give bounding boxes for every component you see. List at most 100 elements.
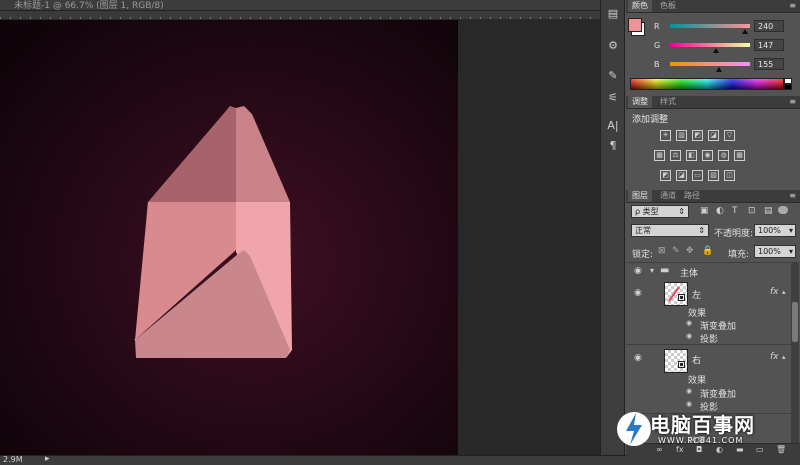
channel-r-knob[interactable]: [742, 29, 749, 34]
layer-row[interactable]: ◉ ▪ 右 fx ▴ 效果 ◉ 渐变叠加 ◉ 投影: [626, 345, 791, 414]
adjustments-panel-header: 调整 样式 ≡: [626, 96, 800, 109]
chevron-down-icon: ▾: [788, 226, 793, 235]
character-icon[interactable]: A|: [604, 118, 622, 134]
tab-swatches[interactable]: 色板: [656, 0, 680, 12]
opacity-field[interactable]: 100% ▾: [754, 224, 796, 237]
status-menu-arrow-icon[interactable]: ▸: [45, 454, 50, 464]
filter-adjustment-icon[interactable]: ◐: [716, 206, 724, 216]
visibility-eye-icon[interactable]: ◉: [686, 319, 692, 327]
layers-scrollbar-thumb[interactable]: [792, 302, 798, 342]
channel-r-value[interactable]: 240: [754, 20, 784, 32]
fill-label: 填充:: [728, 250, 750, 260]
fx-icon[interactable]: fx: [770, 352, 779, 362]
adjustments-title: 添加调整: [632, 115, 669, 125]
filter-toggle-icon[interactable]: [778, 206, 788, 214]
folder-icon: ▬: [660, 265, 670, 276]
spectrum-black-swatch[interactable]: [784, 84, 792, 90]
tab-paths[interactable]: 路径: [680, 190, 704, 202]
color-balance-icon[interactable]: ⚖: [670, 150, 681, 161]
watermark-url: WWW.PC841.COM: [658, 436, 744, 445]
lock-position-icon[interactable]: ✥: [686, 246, 694, 256]
tab-layers[interactable]: 图层: [628, 190, 652, 202]
lock-transparent-icon[interactable]: ⊠: [658, 246, 666, 256]
fill-field[interactable]: 100% ▾: [754, 245, 796, 258]
collapse-triangle-icon[interactable]: ▴: [782, 288, 786, 296]
channel-b-value[interactable]: 155: [754, 58, 784, 70]
filter-type-icon[interactable]: T: [732, 206, 738, 216]
panel-dock: ▤ ⚙ ✎ ⚟ A| ¶: [600, 0, 625, 455]
lock-all-icon[interactable]: 🔒: [702, 246, 713, 256]
panel-menu-icon[interactable]: ≡: [789, 191, 796, 200]
pasteboard: [458, 20, 600, 455]
layer-filter-kind-select[interactable]: ρ 类型 ⇕: [631, 205, 689, 218]
layer-row[interactable]: ◉ ▪ 左 fx ▴ 效果 ◉ 渐变叠加 ◉ 投影: [626, 280, 791, 345]
channel-b-label: B: [654, 60, 660, 69]
hue-saturation-icon[interactable]: ▦: [654, 150, 665, 161]
threshold-icon[interactable]: ▭: [692, 170, 703, 181]
visibility-eye-icon[interactable]: ◉: [634, 288, 642, 298]
channel-b-slider[interactable]: [670, 62, 750, 66]
gradient-map-icon[interactable]: ▨: [708, 170, 719, 181]
watermark-title: 电脑百事网: [650, 413, 755, 437]
foreground-color-swatch[interactable]: [628, 18, 642, 32]
expand-triangle-icon[interactable]: ▾: [650, 266, 654, 275]
brush-presets-icon[interactable]: ⚟: [604, 90, 622, 106]
invert-icon[interactable]: ◩: [660, 170, 671, 181]
effects-label: 效果: [688, 309, 707, 319]
tab-channels[interactable]: 通道: [656, 190, 680, 202]
channel-r-slider[interactable]: [670, 24, 750, 28]
chevron-down-icon: ▾: [788, 247, 793, 256]
effect-drop-shadow[interactable]: 投影: [700, 332, 718, 345]
curves-icon[interactable]: ◩: [692, 130, 703, 141]
visibility-eye-icon[interactable]: ◉: [686, 387, 692, 395]
levels-icon[interactable]: ▥: [676, 130, 687, 141]
layers-panel-header: 图层 通道 路径 ≡: [626, 190, 800, 203]
document-size-readout: 2.9M: [3, 455, 23, 464]
effect-gradient-overlay[interactable]: 渐变叠加: [700, 387, 736, 400]
horizontal-ruler[interactable]: [0, 11, 600, 20]
filter-shape-icon[interactable]: ⊡: [748, 206, 756, 216]
document-tab[interactable]: 未标题-1 @ 66.7% (图层 1, RGB/8): [0, 0, 600, 11]
tab-styles[interactable]: 样式: [656, 96, 680, 108]
panel-menu-icon[interactable]: ≡: [789, 97, 796, 106]
selective-color-icon[interactable]: ◫: [724, 170, 735, 181]
document-canvas[interactable]: [0, 20, 458, 455]
tab-adjustments[interactable]: 调整: [628, 96, 652, 108]
fx-icon[interactable]: fx: [770, 287, 779, 297]
channel-b-knob[interactable]: [715, 67, 722, 72]
properties-icon[interactable]: ⚙: [604, 38, 622, 54]
channel-g-slider[interactable]: [670, 43, 750, 47]
vibrance-icon[interactable]: ▽: [724, 130, 735, 141]
paragraph-icon[interactable]: ¶: [604, 138, 622, 154]
exposure-icon[interactable]: ◪: [708, 130, 719, 141]
color-spectrum-bar[interactable]: [630, 78, 784, 90]
brush-icon[interactable]: ✎: [604, 68, 622, 84]
photo-filter-icon[interactable]: ◉: [702, 150, 713, 161]
channel-r-label: R: [654, 22, 660, 31]
collapse-triangle-icon[interactable]: ▴: [782, 353, 786, 361]
lock-image-icon[interactable]: ✎: [672, 246, 680, 256]
color-lookup-icon[interactable]: ▦: [734, 150, 745, 161]
black-white-icon[interactable]: ◧: [686, 150, 697, 161]
channel-g-label: G: [654, 41, 661, 50]
visibility-eye-icon[interactable]: ◉: [634, 353, 642, 363]
blend-mode-select[interactable]: 正常 ⇕: [631, 224, 709, 237]
tab-color[interactable]: 颜色: [628, 0, 652, 12]
posterize-icon[interactable]: ◪: [676, 170, 687, 181]
panel-menu-icon[interactable]: ≡: [789, 1, 796, 10]
channel-g-knob[interactable]: [713, 48, 720, 53]
channel-mixer-icon[interactable]: ◍: [718, 150, 729, 161]
visibility-eye-icon[interactable]: ◉: [634, 266, 642, 276]
filter-pixel-icon[interactable]: ▣: [700, 206, 709, 216]
brightness-contrast-icon[interactable]: ☀: [660, 130, 671, 141]
history-icon[interactable]: ▤: [604, 6, 622, 22]
layer-name: 右: [692, 356, 702, 366]
opacity-value: 100%: [758, 226, 781, 235]
filter-smart-object-icon[interactable]: ▤: [764, 206, 773, 216]
effect-gradient-overlay[interactable]: 渐变叠加: [700, 319, 736, 332]
layer-group-row[interactable]: ◉ ▾ ▬ 主体: [626, 262, 791, 282]
document-tab-title: 未标题-1 @ 66.7% (图层 1, RGB/8): [14, 1, 164, 11]
visibility-eye-icon[interactable]: ◉: [686, 332, 692, 340]
watermark-logo-icon: [617, 412, 651, 446]
channel-g-value[interactable]: 147: [754, 39, 784, 51]
